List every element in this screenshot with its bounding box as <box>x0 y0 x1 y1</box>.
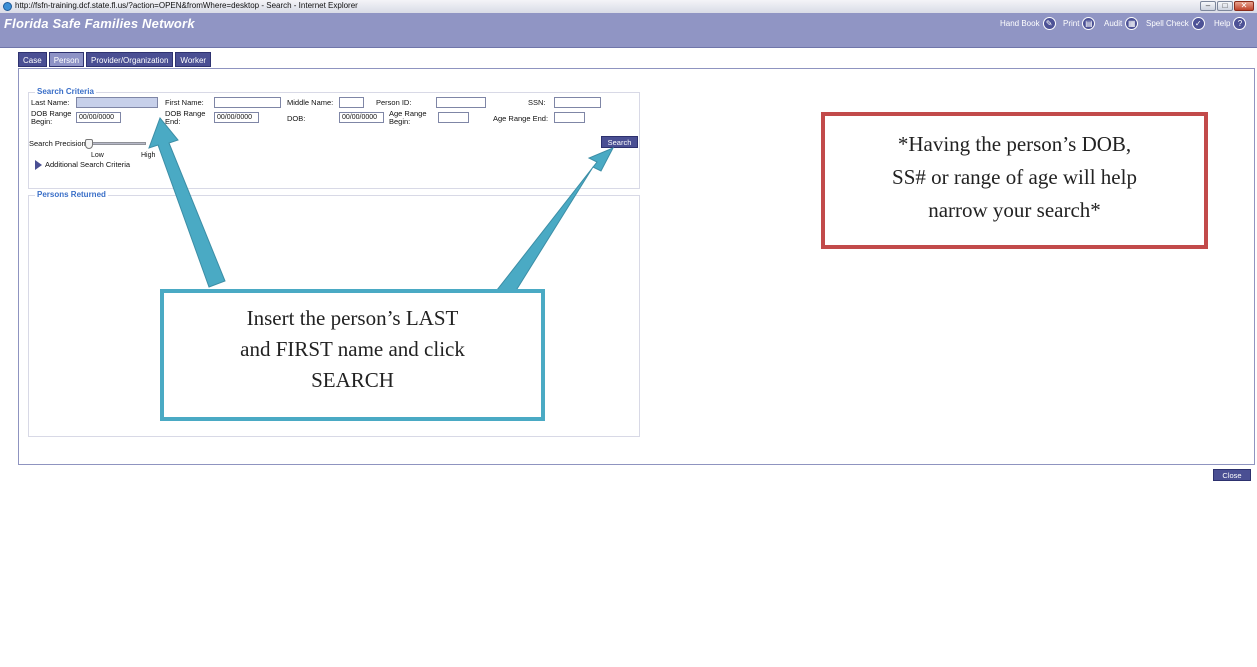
tip-line-2: SS# or range of age will help <box>892 165 1137 189</box>
instruction-line-2: and FIRST name and click <box>240 337 465 361</box>
tip-line-1: *Having the person’s DOB, <box>897 132 1132 156</box>
instruction-line-1: Insert the person’s LAST <box>246 306 459 330</box>
instruction-line-3: SEARCH <box>311 368 394 392</box>
instruction-callout: Insert the person’s LAST and FIRST name … <box>160 289 545 421</box>
arrow-to-last-name <box>148 117 226 288</box>
arrow-to-search-button <box>496 147 615 298</box>
tip-line-3: narrow your search* <box>928 198 1101 222</box>
tip-callout: *Having the person’s DOB, SS# or range o… <box>821 112 1208 249</box>
